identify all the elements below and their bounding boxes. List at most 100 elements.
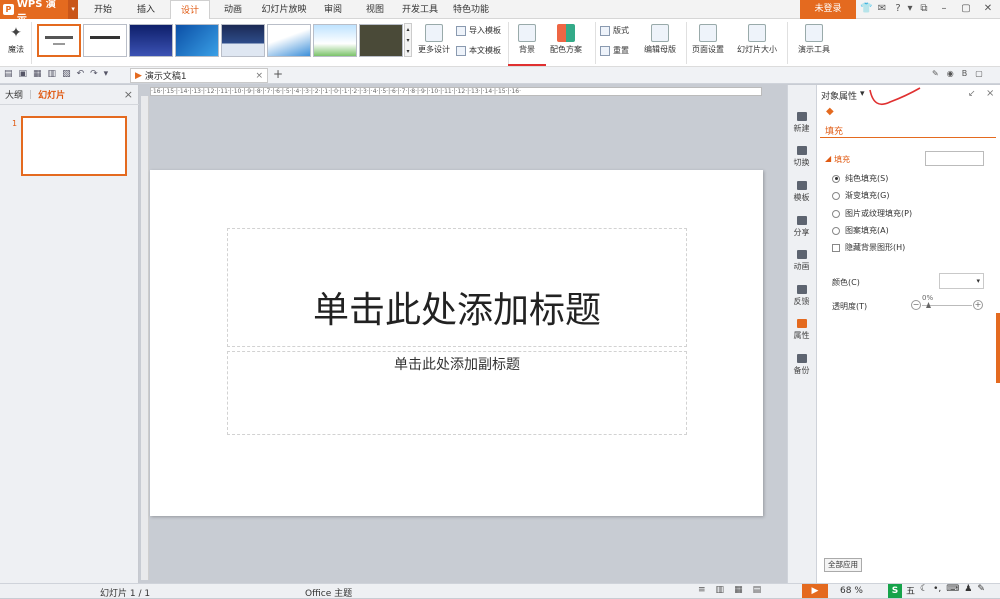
tab-view[interactable]: 视图 [358,0,392,19]
tab-developer[interactable]: 开发工具 [396,0,444,19]
subtitle-placeholder[interactable]: 单击此处添加副标题 [227,351,687,435]
slide-size-button[interactable]: 幻灯片大小 [730,24,784,55]
wrench-icon[interactable]: ✎ [977,584,985,597]
sorter-view-icon[interactable]: ▦ [734,585,743,595]
sidebar-item-new[interactable]: 新建 [787,112,816,134]
decrease-icon[interactable]: − [911,300,921,310]
present-tools-button[interactable]: 演示工具 [792,24,836,55]
settings-icon[interactable]: ▢ [975,69,983,78]
open-folder-icon[interactable]: ▤ [4,69,13,79]
user-icon[interactable]: ♟ [964,584,972,597]
template-thumb-5[interactable] [221,24,265,57]
new-tab-icon[interactable]: + [273,67,283,81]
zoom-level[interactable]: 68 % [840,586,863,596]
ime-logo-icon[interactable]: S [888,584,902,598]
notes-icon[interactable]: ≡ [698,585,706,595]
template-thumb-7[interactable] [313,24,357,57]
login-button[interactable]: 未登录 [800,0,856,19]
this-template-button[interactable]: 本文模板 [456,45,501,56]
undo-icon[interactable]: ↶ [77,69,85,79]
save-icon[interactable]: ▣ [19,69,28,79]
edit-master-button[interactable]: 编辑母版 [642,24,678,55]
properties-header[interactable]: 对象属性 ▾ [821,89,865,102]
import-template-button[interactable]: 导入模板 [456,25,501,36]
gradient-fill-radio[interactable]: 渐变填充(G) [832,190,889,201]
color-dropdown[interactable]: ▾ [939,273,984,289]
sidebar-item-feedback[interactable]: 反馈 [787,285,816,307]
horizontal-ruler[interactable]: ·16·|·15·|·14·|·13·|·12·|·11·|·10·|·9·|·… [150,87,762,96]
tab-insert[interactable]: 插入 [126,0,166,19]
normal-view-icon[interactable]: ▥ [716,585,725,595]
keyboard-icon[interactable]: ⌨ [946,584,959,597]
sidebar-item-backup[interactable]: 备份 [787,354,816,376]
background-button[interactable]: 背景 [512,24,542,55]
wand-icon[interactable]: ✎ [932,69,939,78]
chevron-down-icon[interactable]: ▾ [68,0,78,19]
color-scheme-button[interactable]: 配色方案 [546,24,586,55]
template-thumb-8[interactable] [359,24,403,57]
format-icon[interactable]: ◉ [947,69,954,78]
close-icon[interactable]: × [986,88,994,99]
restore-window-icon[interactable]: ⧉ [918,3,930,15]
picture-fill-radio[interactable]: 图片或纹理填充(P) [832,208,912,219]
moon-icon[interactable]: ☾ [920,584,928,597]
more-design-button[interactable]: 更多设计 [416,24,452,55]
fill-preview-box[interactable] [925,151,984,166]
reset-button[interactable]: 重置 [600,45,629,56]
play-slideshow-button[interactable]: ▶ [802,584,828,598]
bold-icon[interactable]: B [962,69,968,78]
slide-thumbnail[interactable] [21,116,127,176]
pin-panel-icon[interactable]: ↙ [968,89,976,99]
pattern-fill-radio[interactable]: 图案填充(A) [832,225,889,236]
help-icon[interactable]: ? [892,3,904,15]
chat-icon[interactable]: ✉ [876,3,888,15]
ime-mode[interactable]: 五 [906,584,915,597]
sidebar-item-animation[interactable]: 动画 [787,250,816,272]
tab-home[interactable]: 开始 [82,0,124,19]
hide-background-checkbox[interactable]: 隐藏背景图形(H) [832,242,905,253]
panel-collapse-handle[interactable] [996,313,1000,383]
sidebar-item-transition[interactable]: 切换 [787,146,816,168]
increase-icon[interactable]: + [973,300,983,310]
tab-slideshow[interactable]: 幻灯片放映 [256,0,312,19]
template-thumb-6[interactable] [267,24,311,57]
tab-features[interactable]: 特色功能 [448,0,494,19]
layout-button[interactable]: 版式 [600,25,629,36]
magic-button[interactable]: ✦ 魔法 [3,24,29,55]
chevron-down-icon[interactable]: ▾ [904,3,916,15]
sidebar-item-template[interactable]: 模板 [787,181,816,203]
app-menu-button[interactable]: P WPS 演示 ▾ [0,0,78,25]
punctuation-icon[interactable]: •, [933,584,941,597]
tab-review[interactable]: 审阅 [316,0,350,19]
tab-fill[interactable]: 填充 [825,124,843,137]
fill-section[interactable]: ◢ 填充 [825,154,850,165]
reading-view-icon[interactable]: ▤ [753,585,762,595]
document-tab[interactable]: ▶ 演示文稿1 × [130,68,268,83]
export-icon[interactable]: ▦ [33,69,42,79]
template-thumb-2[interactable] [83,24,127,57]
solid-fill-radio[interactable]: 纯色填充(S) [832,173,888,184]
sidebar-item-share[interactable]: 分享 [787,216,816,238]
vertical-ruler[interactable] [141,96,149,580]
minimize-icon[interactable]: – [938,3,950,15]
close-panel-icon[interactable]: × [124,88,133,101]
template-thumb-1[interactable] [37,24,81,57]
tab-outline[interactable]: 大纲 [5,88,23,101]
template-thumb-3[interactable] [129,24,173,57]
apply-all-button[interactable]: 全部应用 [824,558,862,572]
maximize-icon[interactable]: ▢ [960,3,972,15]
close-tab-icon[interactable]: × [255,71,263,81]
title-placeholder[interactable]: 单击此处添加标题 [227,228,687,347]
shirt-icon[interactable]: 👕 [860,3,872,15]
sidebar-item-properties[interactable]: 属性 [787,319,816,341]
preview-icon[interactable]: ▧ [62,69,71,79]
tab-animation[interactable]: 动画 [214,0,252,19]
tab-design[interactable]: 设计 [170,0,210,20]
print-icon[interactable]: ▥ [48,69,57,79]
chevron-down-icon[interactable]: ▾ [104,69,109,79]
redo-icon[interactable]: ↷ [90,69,98,79]
template-thumb-4[interactable] [175,24,219,57]
page-setup-button[interactable]: 页面设置 [690,24,726,55]
tab-slides[interactable]: 幻灯片 [38,88,65,101]
gallery-scroll[interactable]: ▴ ▾ ▾ [404,23,412,57]
